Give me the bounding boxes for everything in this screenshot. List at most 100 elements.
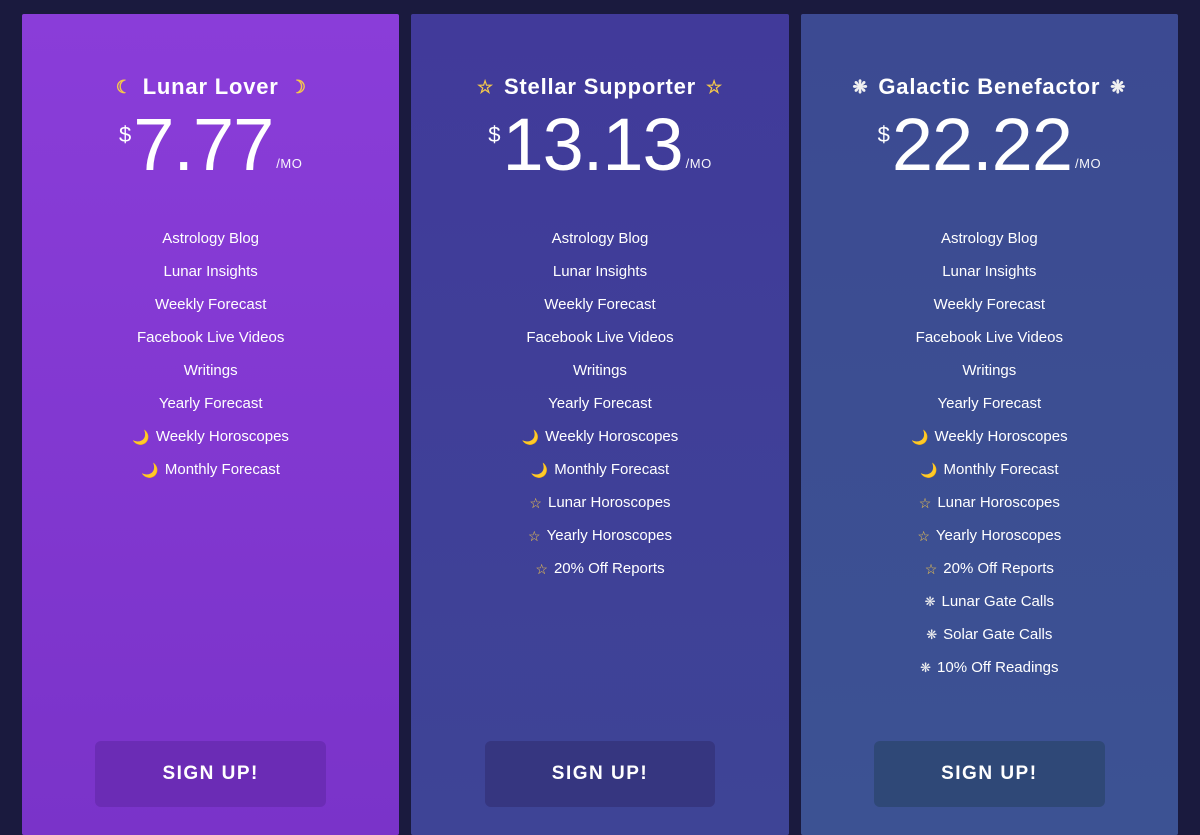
list-item: 🌙 Monthly Forecast: [141, 453, 279, 486]
pricing-card-stellar-supporter: ☆ Stellar Supporter ☆ $ 13.13 /MO Astrol…: [411, 14, 788, 835]
feature-label: Lunar Horoscopes: [937, 494, 1060, 511]
feature-label: Weekly Forecast: [934, 296, 1045, 313]
feature-label: Monthly Forecast: [165, 461, 280, 478]
crescent-icon: 🌙: [132, 430, 149, 444]
crescent-icon: 🌙: [531, 463, 548, 477]
feature-label: 20% Off Reports: [554, 560, 665, 577]
list-item: Facebook Live Videos: [916, 321, 1063, 354]
list-item: ❋ 10% Off Readings: [920, 651, 1058, 684]
list-item: 🌙 Weekly Horoscopes: [911, 420, 1068, 453]
sun-icon: ❋: [853, 78, 869, 96]
feature-label: Yearly Horoscopes: [547, 527, 672, 544]
feature-label: Weekly Forecast: [155, 296, 266, 313]
list-item: ☆ Lunar Horoscopes: [919, 486, 1060, 519]
list-item: Weekly Forecast: [155, 288, 266, 321]
tier-title: ☆ Stellar Supporter ☆: [477, 74, 723, 100]
star-icon: ☆: [919, 496, 932, 510]
list-item: Weekly Forecast: [934, 288, 1045, 321]
price: $ 22.22 /MO: [878, 108, 1102, 182]
list-item: Astrology Blog: [941, 222, 1038, 255]
tier-name: Stellar Supporter: [504, 74, 696, 100]
list-item: ☆ Yearly Horoscopes: [917, 519, 1061, 552]
currency-symbol: $: [488, 122, 500, 148]
list-item: ☆ 20% Off Reports: [535, 552, 664, 585]
feature-label: Yearly Horoscopes: [936, 527, 1061, 544]
list-item: Writings: [184, 354, 238, 387]
star-icon: ☆: [535, 562, 548, 576]
list-item: Facebook Live Videos: [137, 321, 284, 354]
list-item: Yearly Forecast: [937, 387, 1041, 420]
list-item: Yearly Forecast: [159, 387, 263, 420]
price-period: /MO: [1075, 156, 1101, 171]
sun-icon: ❋: [926, 628, 937, 641]
feature-label: Monthly Forecast: [944, 461, 1059, 478]
list-item: 🌙Weekly Horoscopes: [132, 420, 289, 453]
list-item: Yearly Forecast: [548, 387, 652, 420]
star-icon: ☆: [925, 562, 938, 576]
currency-symbol: $: [878, 122, 890, 148]
feature-label: Lunar Horoscopes: [548, 494, 671, 511]
list-item: Facebook Live Videos: [526, 321, 673, 354]
sun-icon: ❋: [925, 595, 936, 608]
star-icon: ☆: [917, 529, 930, 543]
feature-label: Lunar Insights: [942, 263, 1036, 280]
moon-icon: ☾: [289, 78, 306, 96]
feature-label: Writings: [962, 362, 1016, 379]
list-item: Astrology Blog: [162, 222, 259, 255]
feature-label: Facebook Live Videos: [137, 329, 284, 346]
feature-label: Lunar Insights: [553, 263, 647, 280]
list-item: ☆ Yearly Horoscopes: [528, 519, 672, 552]
list-item: 🌙 Weekly Horoscopes: [522, 420, 679, 453]
list-item: 🌙 Monthly Forecast: [531, 453, 669, 486]
list-item: ☆ 20% Off Reports: [925, 552, 1054, 585]
crescent-icon: 🌙: [911, 430, 928, 444]
star-icon: ☆: [529, 496, 542, 510]
feature-label: Astrology Blog: [552, 230, 649, 247]
feature-label: Writings: [184, 362, 238, 379]
price: $ 13.13 /MO: [488, 108, 712, 182]
signup-button[interactable]: SIGN UP!: [485, 741, 716, 807]
signup-button[interactable]: SIGN UP!: [874, 741, 1105, 807]
feature-label: Yearly Forecast: [159, 395, 263, 412]
price-amount: 22.22: [892, 108, 1072, 182]
feature-label: Astrology Blog: [162, 230, 259, 247]
moon-icon: ☾: [116, 78, 133, 96]
sun-icon: ❋: [920, 661, 931, 674]
list-item: ❋ Lunar Gate Calls: [925, 585, 1054, 618]
list-item: Weekly Forecast: [544, 288, 655, 321]
feature-label: Weekly Forecast: [544, 296, 655, 313]
list-item: Astrology Blog: [552, 222, 649, 255]
feature-label: Yearly Forecast: [548, 395, 652, 412]
feature-list: Astrology Blog Lunar Insights Weekly For…: [435, 222, 764, 721]
feature-label: 20% Off Reports: [943, 560, 1054, 577]
feature-label: 10% Off Readings: [937, 659, 1058, 676]
feature-list: Astrology Blog Lunar Insights Weekly For…: [46, 222, 375, 721]
tier-name: Lunar Lover: [143, 74, 279, 100]
star-icon: ☆: [528, 529, 541, 543]
tier-name: Galactic Benefactor: [878, 74, 1100, 100]
feature-label: Lunar Gate Calls: [941, 593, 1054, 610]
signup-button[interactable]: SIGN UP!: [95, 741, 326, 807]
list-item: Writings: [962, 354, 1016, 387]
pricing-container: ☾ Lunar Lover ☾ $ 7.77 /MO Astrology Blo…: [0, 0, 1200, 835]
crescent-icon: 🌙: [522, 430, 539, 444]
list-item: ☆ Lunar Horoscopes: [529, 486, 670, 519]
sun-icon: ❋: [1110, 78, 1126, 96]
price-amount: 7.77: [133, 108, 273, 182]
star-icon: ☆: [706, 78, 723, 96]
feature-label: Monthly Forecast: [554, 461, 669, 478]
feature-label: Weekly Horoscopes: [545, 428, 678, 445]
price-period: /MO: [686, 156, 712, 171]
currency-symbol: $: [119, 122, 131, 148]
feature-label: Astrology Blog: [941, 230, 1038, 247]
list-item: Lunar Insights: [553, 255, 647, 288]
list-item: 🌙 Monthly Forecast: [920, 453, 1058, 486]
list-item: Lunar Insights: [942, 255, 1036, 288]
crescent-icon: 🌙: [920, 463, 937, 477]
pricing-card-galactic-benefactor: ❋ Galactic Benefactor ❋ $ 22.22 /MO Astr…: [801, 14, 1178, 835]
feature-label: Weekly Horoscopes: [934, 428, 1067, 445]
price-period: /MO: [276, 156, 302, 171]
feature-list: Astrology Blog Lunar Insights Weekly For…: [825, 222, 1154, 721]
feature-label: Facebook Live Videos: [916, 329, 1063, 346]
crescent-icon: 🌙: [141, 463, 158, 477]
